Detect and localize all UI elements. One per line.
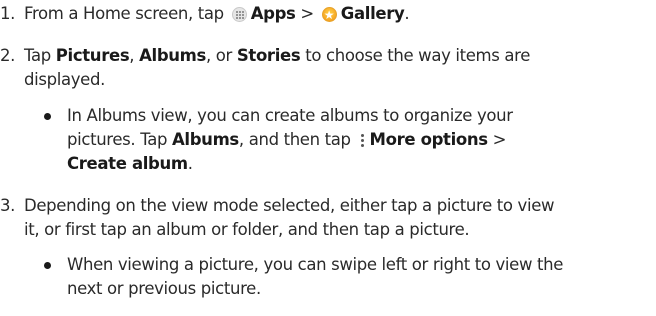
- step-1-text: From a Home screen, tap Apps > Gallery.: [24, 4, 410, 25]
- gallery-label: Gallery: [340, 4, 405, 23]
- pictures-label: Pictures: [55, 46, 130, 65]
- step-2-line-2: displayed.: [24, 70, 105, 89]
- step-number: 3.: [0, 196, 16, 215]
- stories-label: Stories: [236, 46, 301, 65]
- bullet-2-line-1: When viewing a picture, you can swipe le…: [67, 255, 564, 274]
- apps-grid-icon: [231, 7, 247, 22]
- bullet-1-line-2: pictures. Tap Albums, and then tap More …: [67, 130, 507, 149]
- bullet-dot: [44, 262, 51, 269]
- step-number: 2.: [0, 46, 16, 65]
- apps-label: Apps: [250, 4, 296, 23]
- albums-label: Albums: [172, 130, 239, 149]
- step-number: 1.: [0, 4, 16, 23]
- step-3-line-1: Depending on the view mode selected, eit…: [24, 196, 555, 215]
- more-options-label: More options: [369, 130, 489, 149]
- create-album-label: Create album: [67, 154, 188, 173]
- gallery-instructions: 1. From a Home screen, tap Apps > Galler…: [0, 0, 656, 316]
- bullet-2-line-2: next or previous picture.: [67, 279, 261, 298]
- bullet-1-line-1: In Albums view, you can create albums to…: [67, 106, 513, 125]
- bullet-dot: [44, 113, 51, 120]
- albums-label: Albums: [139, 46, 206, 65]
- bullet-1-line-3: Create album.: [67, 154, 193, 173]
- more-options-icon: [360, 133, 365, 148]
- step-2-text: Tap Pictures, Albums, or Stories to choo…: [24, 46, 531, 65]
- step-3-line-2: it, or first tap an album or folder, and…: [24, 220, 470, 239]
- gallery-star-icon: [321, 5, 337, 25]
